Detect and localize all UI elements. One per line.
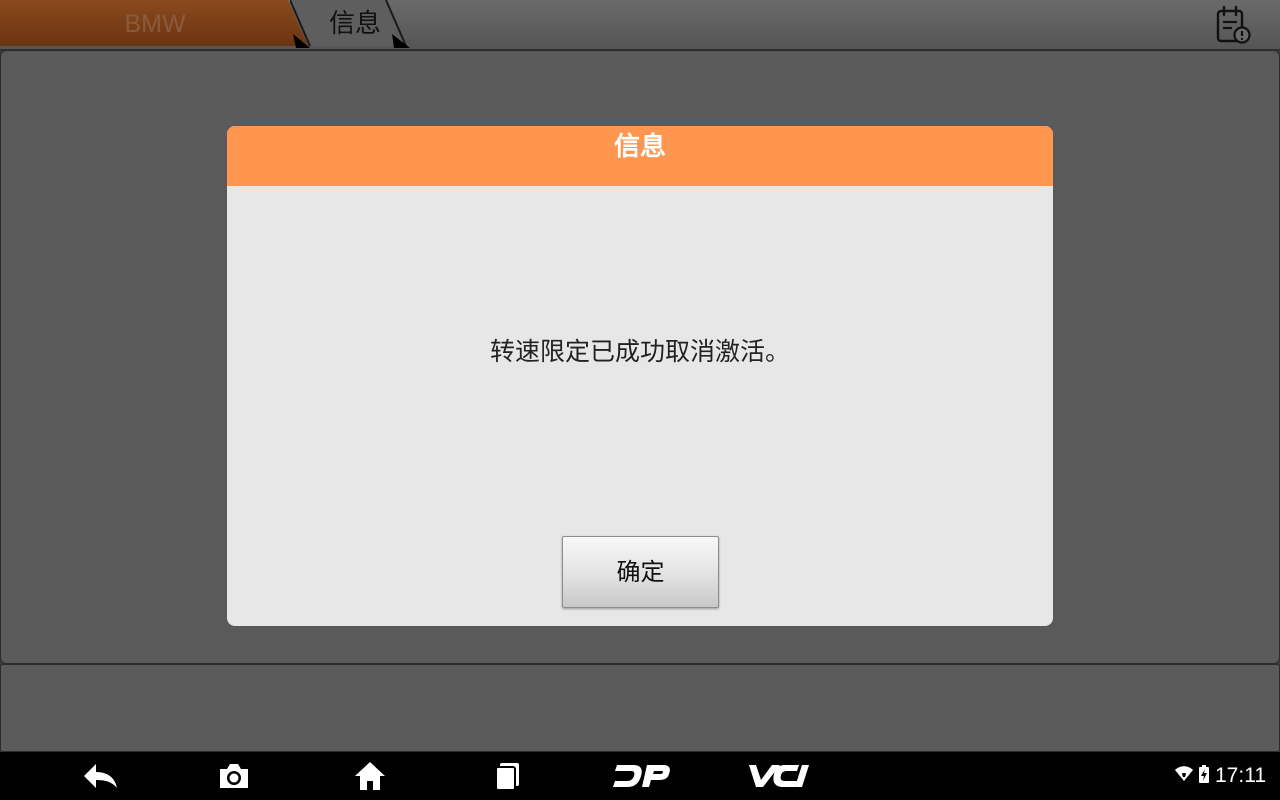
info-dialog: 信息 转速限定已成功取消激活。 确定 — [227, 126, 1053, 626]
breadcrumb-brand-label: BMW — [124, 10, 186, 38]
recent-apps-icon[interactable] — [489, 756, 525, 796]
vci-icon[interactable] — [746, 756, 812, 796]
home-icon[interactable] — [351, 756, 389, 796]
report-clipboard-icon[interactable] — [1212, 4, 1252, 46]
breadcrumb-current[interactable]: 信息 — [290, 0, 412, 48]
wifi-icon — [1175, 766, 1193, 786]
status-area: 17:11 — [1175, 752, 1266, 800]
back-icon[interactable] — [78, 756, 122, 796]
breadcrumb-brand[interactable]: BMW — [0, 0, 310, 48]
bottom-toolbar — [0, 664, 1280, 752]
status-time: 17:11 — [1215, 764, 1266, 787]
breadcrumb-current-label: 信息 — [328, 9, 381, 39]
dialog-title: 信息 — [613, 132, 666, 162]
battery-charging-icon — [1199, 765, 1209, 787]
dialog-header: 信息 — [227, 126, 1053, 186]
camera-icon[interactable] — [215, 756, 253, 796]
dialog-message: 转速限定已成功取消激活。 — [489, 337, 790, 366]
top-bar: BMW 信息 — [0, 0, 1280, 50]
ok-button[interactable]: 确定 — [562, 536, 719, 608]
dp-icon[interactable] — [612, 756, 672, 796]
app-root: BMW 信息 信息 转速限定已成功取消激活。 确定 17:11 — [0, 0, 1280, 800]
navigation-bar — [0, 752, 1280, 800]
